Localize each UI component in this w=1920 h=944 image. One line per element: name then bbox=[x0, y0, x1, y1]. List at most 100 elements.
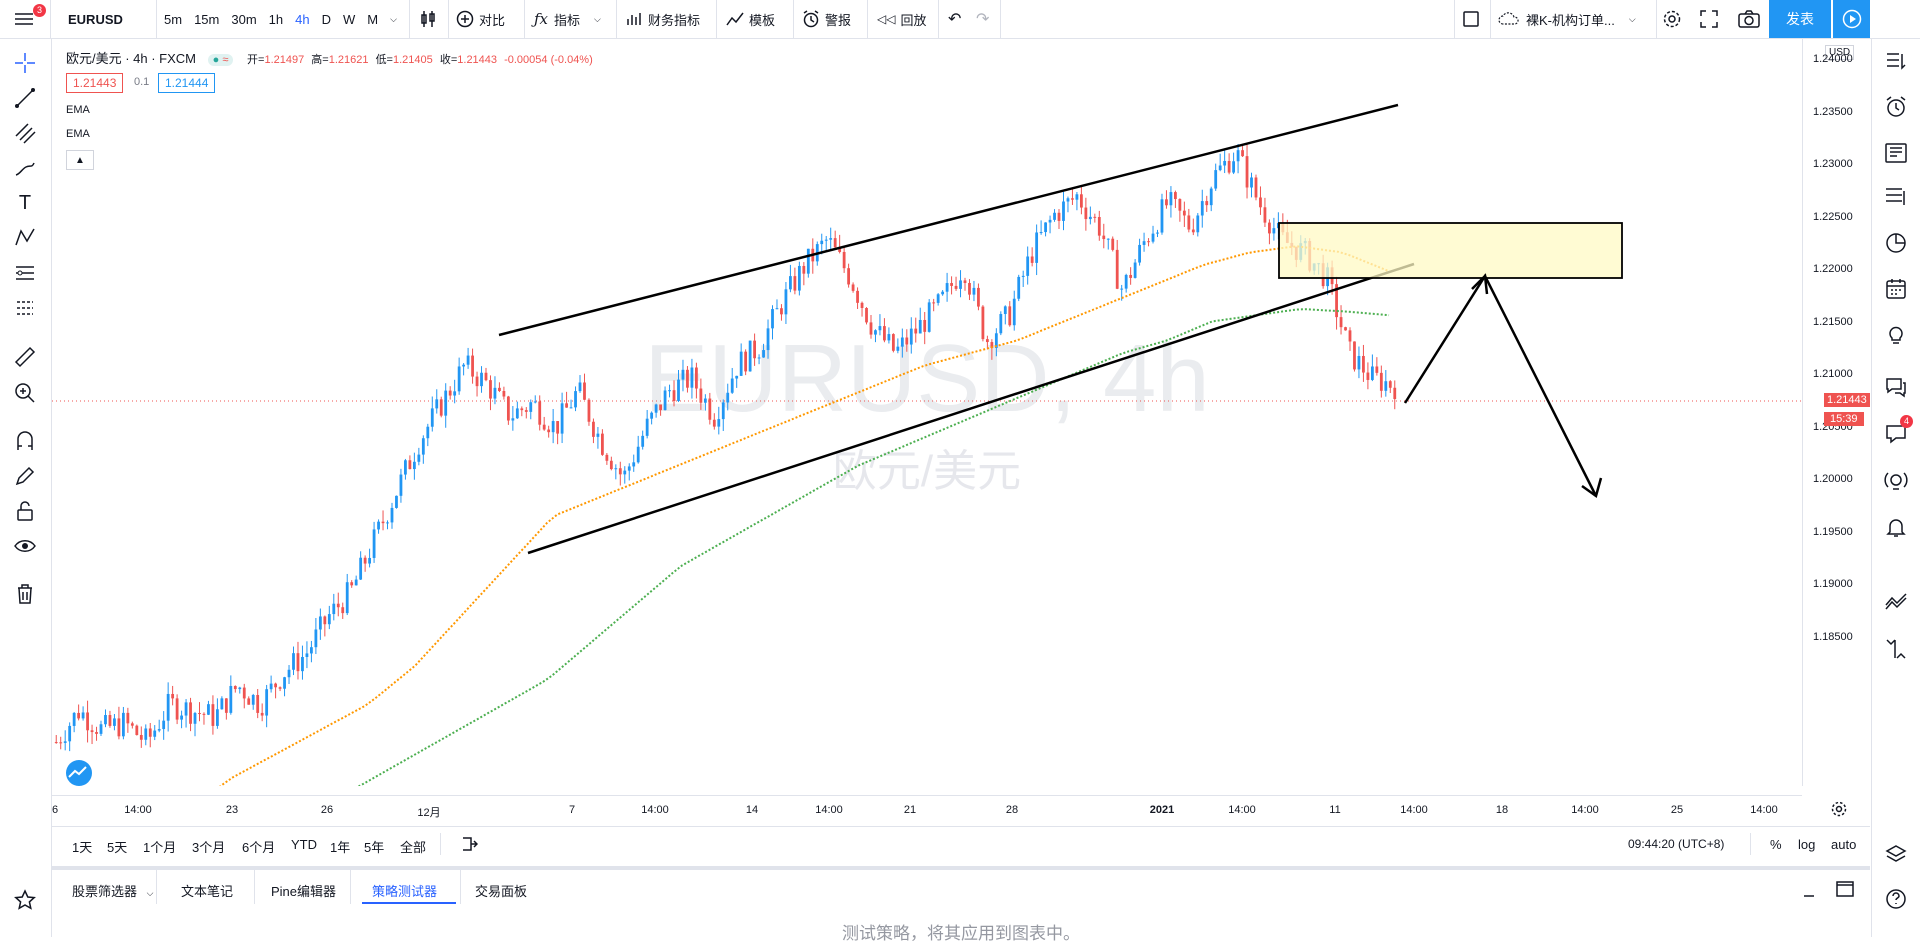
range-1d[interactable]: 1天 bbox=[72, 837, 92, 856]
candle-body bbox=[1030, 256, 1034, 263]
range-ytd[interactable]: YTD bbox=[291, 837, 317, 852]
tab-pine-editor[interactable]: Pine编辑器 bbox=[271, 881, 336, 900]
layout-square-icon[interactable] bbox=[1462, 0, 1480, 38]
tab-stock-screener[interactable]: 股票筛选器 ⌵ bbox=[72, 881, 153, 900]
bell-icon[interactable] bbox=[1882, 513, 1910, 541]
interval-w[interactable]: W bbox=[343, 12, 355, 27]
compare-button[interactable]: 对比 bbox=[456, 0, 505, 38]
streams-icon[interactable] bbox=[1882, 467, 1910, 495]
magnet-icon[interactable] bbox=[12, 428, 38, 454]
trading-chart-icon[interactable] bbox=[1882, 587, 1910, 615]
play-button[interactable] bbox=[1833, 0, 1870, 38]
camera-icon[interactable] bbox=[1738, 0, 1760, 38]
goto-date-icon[interactable] bbox=[460, 835, 479, 856]
tab-text-notes[interactable]: 文本笔记 bbox=[181, 881, 233, 900]
range-5y[interactable]: 5年 bbox=[364, 837, 384, 856]
interval-4h[interactable]: 4h bbox=[295, 12, 309, 27]
range-all[interactable]: 全部 bbox=[400, 837, 426, 856]
maximize-panel-icon[interactable] bbox=[1836, 881, 1854, 900]
candle-body bbox=[1048, 219, 1052, 223]
star-icon[interactable] bbox=[12, 887, 38, 913]
ohlc-values: 开=1.21497 高=1.21621 低=1.21405 收=1.21443 … bbox=[247, 54, 593, 66]
symbol-search[interactable]: EURUSD bbox=[68, 0, 123, 38]
publish-button[interactable]: 发表 bbox=[1769, 0, 1831, 38]
tab-strategy-tester[interactable]: 策略测试器 bbox=[372, 881, 437, 900]
settings-gear-icon[interactable] bbox=[1662, 0, 1682, 38]
interval-15m[interactable]: 15m bbox=[194, 12, 219, 27]
projection-arrow[interactable] bbox=[1403, 273, 1598, 497]
percent-toggle[interactable]: % bbox=[1770, 837, 1782, 852]
market-status-badge[interactable]: ● ≈ bbox=[207, 54, 234, 66]
channel-upper-line[interactable] bbox=[498, 103, 1399, 337]
time-axis[interactable]: 6 14:00 23 26 12月 7 14:00 14 14:00 21 28 2021 14:00 1… bbox=[52, 795, 1802, 824]
ask-price-box[interactable]: 1.21444 bbox=[158, 73, 216, 93]
hotlist-icon[interactable] bbox=[1882, 229, 1910, 257]
indicators-button[interactable]: ƒx 指标 ⌵ bbox=[534, 0, 601, 38]
eye-icon[interactable] bbox=[12, 533, 38, 559]
interval-1h[interactable]: 1h bbox=[269, 12, 283, 27]
prediction-icon[interactable] bbox=[12, 260, 38, 286]
candle-body bbox=[1259, 197, 1262, 208]
interval-30m[interactable]: 30m bbox=[231, 12, 256, 27]
icons-tool-icon[interactable] bbox=[12, 295, 38, 321]
interval-m[interactable]: M bbox=[367, 12, 378, 27]
fullscreen-icon[interactable] bbox=[1700, 0, 1718, 38]
axis-settings-gear-icon[interactable] bbox=[1830, 800, 1848, 821]
trendline-icon[interactable] bbox=[12, 85, 38, 111]
chevron-down-icon[interactable]: ⌵ bbox=[594, 14, 601, 25]
range-5d[interactable]: 5天 bbox=[107, 837, 127, 856]
symbol-description[interactable]: 欧元/美元 · 4h · FXCM bbox=[66, 51, 196, 66]
fib-tool-icon[interactable] bbox=[12, 120, 38, 146]
log-toggle[interactable]: log bbox=[1798, 837, 1815, 852]
range-3m[interactable]: 3个月 bbox=[192, 837, 225, 856]
pencil-lock-icon[interactable] bbox=[12, 463, 38, 489]
range-6m[interactable]: 6个月 bbox=[242, 837, 275, 856]
range-1m[interactable]: 1个月 bbox=[143, 837, 176, 856]
brush-icon[interactable] bbox=[12, 155, 38, 181]
bid-price-box[interactable]: 1.21443 bbox=[66, 73, 124, 93]
notifications-chat-icon[interactable]: 4 bbox=[1882, 415, 1914, 447]
watchlist-icon[interactable] bbox=[1882, 48, 1910, 76]
menu-button[interactable]: 3 bbox=[14, 0, 47, 38]
redo-icon[interactable]: ↷ bbox=[976, 0, 989, 38]
indicator-ema-2[interactable]: EMA bbox=[66, 128, 90, 140]
trash-icon[interactable] bbox=[12, 581, 38, 607]
financials-button[interactable]: 财务指标 bbox=[626, 0, 700, 38]
pattern-icon[interactable] bbox=[12, 225, 38, 251]
price-axis[interactable]: USD 1.24000 1.23500 1.23000 1.22500 1.22000 1… bbox=[1802, 39, 1871, 786]
price-chart[interactable]: EURUSD, 4h 欧元/美元 bbox=[52, 39, 1802, 786]
clock-timezone[interactable]: 09:44:20 (UTC+8) bbox=[1628, 837, 1724, 851]
chart-pane[interactable]: EURUSD, 4h 欧元/美元 bbox=[52, 39, 1870, 825]
replay-button[interactable]: ◁◁ 回放 bbox=[877, 0, 926, 38]
tab-trading-panel[interactable]: 交易面板 bbox=[475, 881, 527, 900]
templates-button[interactable]: 模板 bbox=[726, 0, 775, 38]
alerts-button[interactable]: 警报 bbox=[802, 0, 851, 38]
zoom-in-icon[interactable] bbox=[12, 380, 38, 406]
layers-icon[interactable] bbox=[1882, 841, 1910, 869]
data-window-icon[interactable] bbox=[1882, 183, 1910, 211]
news-icon[interactable] bbox=[1882, 139, 1910, 167]
text-tool-icon[interactable]: T bbox=[12, 190, 38, 216]
range-1y[interactable]: 1年 bbox=[330, 837, 350, 856]
resistance-zone[interactable] bbox=[1278, 222, 1623, 279]
interval-5m[interactable]: 5m bbox=[164, 12, 182, 27]
indicator-ema-1[interactable]: EMA bbox=[66, 104, 90, 116]
chevron-down-icon[interactable]: ⌵ bbox=[390, 14, 397, 25]
ruler-icon[interactable] bbox=[12, 344, 38, 370]
depth-icon[interactable] bbox=[1882, 635, 1910, 663]
chart-type-button[interactable] bbox=[420, 0, 436, 38]
minimize-panel-icon[interactable] bbox=[1802, 884, 1816, 901]
help-icon[interactable] bbox=[1882, 885, 1910, 913]
lock-open-icon[interactable] bbox=[12, 498, 38, 524]
chats-icon[interactable] bbox=[1882, 373, 1910, 401]
collapse-legend-button[interactable]: ▲ bbox=[66, 150, 94, 170]
layout-selector[interactable]: 裸K-机构订单... ⌵ bbox=[1498, 0, 1636, 38]
crosshair-icon[interactable] bbox=[12, 50, 38, 76]
interval-d[interactable]: D bbox=[322, 12, 331, 27]
calendar-icon[interactable] bbox=[1882, 275, 1910, 303]
alarm-clock-icon[interactable] bbox=[1882, 93, 1910, 121]
auto-toggle[interactable]: auto bbox=[1831, 837, 1856, 852]
ideas-lightbulb-icon[interactable] bbox=[1882, 321, 1910, 349]
candle-body bbox=[1093, 216, 1097, 218]
undo-icon[interactable]: ↶ bbox=[948, 0, 961, 38]
